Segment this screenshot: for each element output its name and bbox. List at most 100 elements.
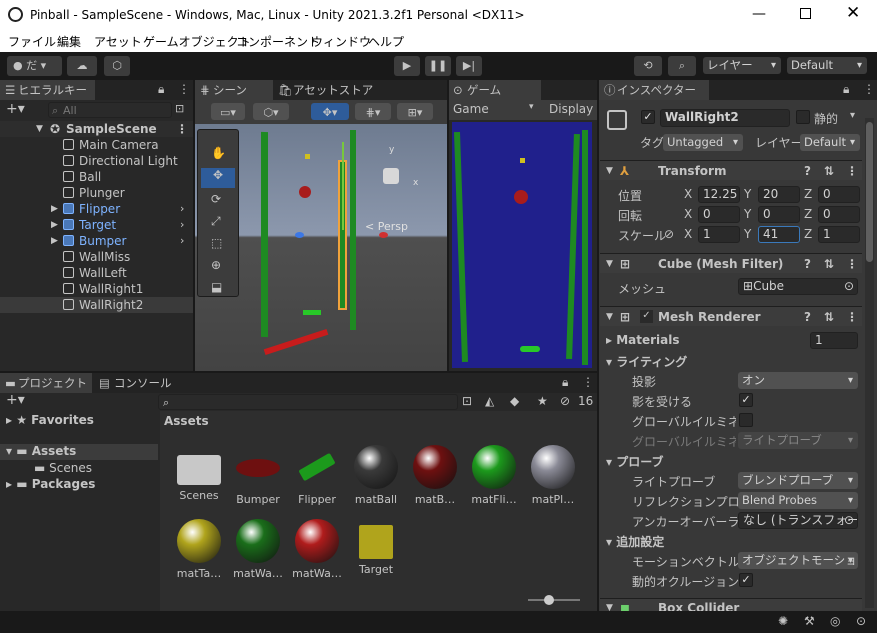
menu-window[interactable]: ウィンドウ xyxy=(311,33,371,50)
game-mode-dropdown[interactable]: Game xyxy=(453,102,489,116)
lighting-foldout[interactable]: ▾ ライティング xyxy=(606,353,687,370)
snap-button[interactable]: ⋕▾ xyxy=(355,103,391,120)
tool-icon[interactable]: ⚒ xyxy=(804,614,815,628)
hierarchy-item[interactable]: Main Camera xyxy=(0,137,193,153)
pivot-button[interactable]: ✥▾ xyxy=(311,103,349,120)
layer-dropdown[interactable]: Default xyxy=(800,134,860,151)
anchor-override-field[interactable]: なし (トランスフォーム⊙ xyxy=(738,512,858,529)
help-icon[interactable]: ? xyxy=(804,254,811,274)
object-picker-icon[interactable]: ⊙ xyxy=(844,279,854,294)
box-collider-header[interactable]: ▼ ◼ Box Collider xyxy=(600,598,862,611)
step-button[interactable]: ▶| xyxy=(456,56,482,76)
expand-arrow-icon[interactable]: ▶ xyxy=(51,201,58,217)
pos-y-field[interactable]: 20 xyxy=(758,186,800,203)
favorite-icon[interactable]: ★ xyxy=(537,394,548,408)
mesh-field[interactable]: ⊞Cube ⊙ xyxy=(738,278,858,295)
mesh-renderer-checkbox[interactable]: ✓ xyxy=(640,310,653,323)
favorites-row[interactable]: ▸ ★ Favorites xyxy=(6,413,94,427)
project-search-input[interactable]: ⌕ xyxy=(158,394,458,410)
light-probes-dropdown[interactable]: ブレンドプローブ xyxy=(738,472,858,489)
axis-label-y[interactable]: Y xyxy=(744,187,751,201)
preset-icon[interactable]: ⇅ xyxy=(824,161,834,181)
transform-header[interactable]: ▼ ⅄ Transform ? ⇅ ⋮ xyxy=(600,160,862,180)
tab-game[interactable]: ⊙ ゲーム xyxy=(449,80,541,100)
pos-x-field[interactable]: 12.25 xyxy=(698,186,740,203)
zoom-slider-handle[interactable] xyxy=(544,595,554,605)
hierarchy-item[interactable]: Plunger xyxy=(0,185,193,201)
transform-tool-icon[interactable]: ⊕ xyxy=(211,258,221,272)
history-button[interactable]: ⟲ xyxy=(634,56,662,76)
asset-item[interactable]: Flipper xyxy=(287,445,347,506)
hierarchy-item[interactable]: WallRight2 xyxy=(0,297,193,313)
custom-tool-icon[interactable]: ⬓ xyxy=(211,280,222,294)
help-icon[interactable]: ? xyxy=(804,161,811,181)
materials-count-field[interactable]: 1 xyxy=(810,332,858,349)
hierarchy-item[interactable]: Directional Light xyxy=(0,153,193,169)
tag-dropdown[interactable]: Untagged xyxy=(663,134,743,151)
persp-label[interactable]: < Persp xyxy=(365,220,408,233)
search-button[interactable]: ⌕ xyxy=(668,56,696,76)
layers-dropdown[interactable]: レイヤー xyxy=(703,57,781,74)
cast-shadows-dropdown[interactable]: オン xyxy=(738,372,858,389)
component-menu-icon[interactable]: ⋮ xyxy=(846,254,858,274)
component-menu-icon[interactable]: ⋮ xyxy=(846,307,858,327)
hierarchy-item[interactable]: WallMiss xyxy=(0,249,193,265)
rot-z-field[interactable]: 0 xyxy=(818,206,860,223)
filter-icon[interactable]: ⊡ xyxy=(175,102,184,115)
preset-icon[interactable]: ⇅ xyxy=(824,307,834,327)
menu-assets[interactable]: アセット xyxy=(94,33,142,50)
axis-label-z[interactable]: Z xyxy=(804,207,812,221)
filter-type-icon[interactable]: ◭ xyxy=(485,394,494,408)
axis-label-x[interactable]: X xyxy=(684,187,692,201)
lock-icon[interactable]: 🔒︎ xyxy=(843,82,849,97)
asset-item[interactable]: matFli… xyxy=(464,445,524,506)
axis-label-z[interactable]: Z xyxy=(804,227,812,241)
filter-label-icon[interactable]: ◆ xyxy=(510,394,519,408)
hidden-count-icon[interactable]: ⊘ xyxy=(560,394,570,408)
asset-item[interactable]: matB… xyxy=(405,445,465,506)
axis-label-z[interactable]: Z xyxy=(804,187,812,201)
object-name-input[interactable]: WallRight2 xyxy=(660,109,790,127)
asset-item[interactable]: Bumper xyxy=(228,445,288,506)
mesh-renderer-header[interactable]: ▼ ⊞ ✓ Mesh Renderer ? ⇅ ⋮ xyxy=(600,306,862,326)
pos-z-field[interactable]: 0 xyxy=(818,186,860,203)
static-checkbox[interactable] xyxy=(796,110,810,124)
preset-icon[interactable]: ⇅ xyxy=(824,254,834,274)
tab-project[interactable]: ▬ プロジェクト xyxy=(0,373,92,393)
more-icon[interactable]: ⋮ xyxy=(863,82,875,96)
bug-icon[interactable]: ✺ xyxy=(778,614,788,628)
gi-checkbox[interactable] xyxy=(739,413,753,427)
mesh-filter-header[interactable]: ▼ ⊞ Cube (Mesh Filter) ? ⇅ ⋮ xyxy=(600,253,862,273)
motion-vectors-dropdown[interactable]: オブジェクトモーションご xyxy=(738,552,858,569)
asset-item[interactable]: Scenes xyxy=(169,445,229,502)
scene-viewport[interactable]: ✋ ✥ ⟳ ⤢ ⬚ ⊕ ⬓ y x < Persp xyxy=(195,124,447,371)
help-icon[interactable]: ? xyxy=(804,307,811,327)
grid-button[interactable]: ⊞▾ xyxy=(397,103,433,120)
display-dropdown[interactable]: Display xyxy=(549,102,593,116)
menu-file[interactable]: ファイル xyxy=(8,33,56,50)
tab-asset-store[interactable]: 🛍︎ アセットストア xyxy=(275,80,435,100)
asset-item[interactable]: matWa… xyxy=(287,519,347,580)
tab-scene[interactable]: ⋕ シーン xyxy=(195,80,273,100)
render-mode-button[interactable]: ⬡▾ xyxy=(253,103,289,120)
rot-y-field[interactable]: 0 xyxy=(758,206,800,223)
axis-label-y[interactable]: Y xyxy=(744,227,751,241)
reflection-probes-dropdown[interactable]: Blend Probes xyxy=(738,492,858,509)
asset-item[interactable]: Target xyxy=(346,519,406,576)
scrollbar-thumb[interactable] xyxy=(866,122,873,262)
hierarchy-item[interactable]: ▶ › Target xyxy=(0,217,193,233)
materials-label[interactable]: ▸ Materials xyxy=(606,333,680,347)
probes-foldout[interactable]: ▾ プローブ xyxy=(606,453,663,470)
hierarchy-item[interactable]: Ball xyxy=(0,169,193,185)
account-dropdown[interactable]: ● だ ▾ xyxy=(7,56,62,76)
assets-row[interactable]: ▾ ▬ Assets xyxy=(0,444,158,460)
axis-label-y[interactable]: Y xyxy=(744,207,751,221)
component-menu-icon[interactable]: ⋮ xyxy=(846,161,858,181)
play-button[interactable]: ▶ xyxy=(394,56,420,76)
object-picker-icon[interactable]: ⊙ xyxy=(844,513,854,528)
hierarchy-item[interactable]: ▶ › Flipper xyxy=(0,201,193,217)
asset-item[interactable]: matTa… xyxy=(169,519,229,580)
receive-shadows-checkbox[interactable]: ✓ xyxy=(739,393,753,407)
scale-y-field[interactable]: 41 xyxy=(758,226,800,243)
menu-component[interactable]: コンポーネント xyxy=(236,33,320,50)
